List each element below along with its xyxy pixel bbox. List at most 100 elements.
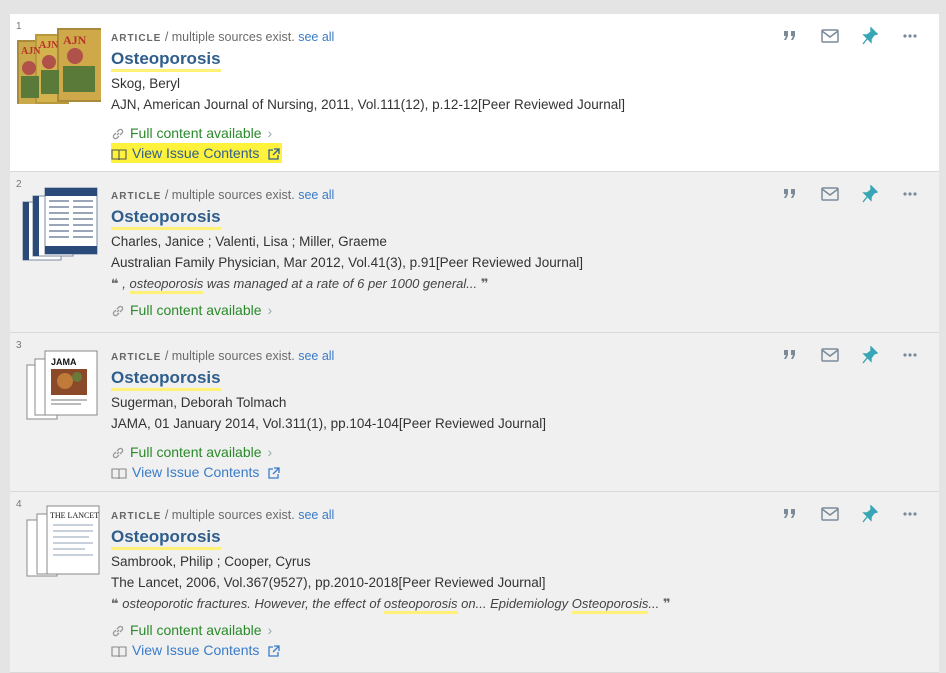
quote-icon [784,31,795,40]
result-title-link[interactable]: Osteoporosis [111,49,221,72]
result-authors: Sambrook, Philip ; Cooper, Cyrus [111,554,311,569]
record-type-line: ARTICLE / multiple sources exist. see al… [111,30,769,46]
pin-icon [862,27,878,45]
multiple-sources-text: / multiple sources exist. [161,349,299,363]
view-issue-contents-link[interactable]: View Issue Contents [111,143,283,163]
result-title-link[interactable]: Osteoporosis [111,207,221,230]
result-title-link[interactable]: Osteoporosis [111,368,221,391]
journal-cover-thumbnail[interactable]: AJN AJN AJN [15,24,103,104]
external-link-icon [268,467,280,479]
cite-button[interactable] [779,26,801,46]
chevron-right-icon: › [267,622,273,638]
mail-icon [821,507,839,521]
result-actions [779,345,921,365]
see-all-link[interactable]: see all [298,30,334,44]
availability-text: Full content available [130,444,262,460]
see-all-link[interactable]: see all [298,349,334,363]
result-content: ARTICLE / multiple sources exist. see al… [111,349,769,482]
snippet-highlight: osteoporosis [129,276,204,294]
book-icon [111,646,127,657]
email-button[interactable] [819,504,841,524]
see-all-link[interactable]: see all [298,188,334,202]
result-item[interactable]: 1 AJN AJN AJN ARTICLE / multiple sources… [10,14,939,172]
pin-icon [862,346,878,364]
link-icon [112,448,124,459]
multiple-sources-text: / multiple sources exist. [161,188,299,202]
cite-button[interactable] [779,345,801,365]
close-quote-icon: ❞ [662,596,671,611]
availability-link[interactable]: Full content available › [111,442,272,462]
journal-cover-thumbnail[interactable] [15,182,103,262]
cover-title: THE LANCET [50,511,99,520]
result-title-link[interactable]: Osteoporosis [111,527,221,550]
result-source: The Lancet, 2006, Vol.367(9527), pp.2010… [111,575,546,590]
record-type: ARTICLE [111,191,162,202]
cite-button[interactable] [779,184,801,204]
link-icon [112,626,124,637]
more-actions-button[interactable] [899,26,921,46]
journal-cover-thumbnail[interactable]: THE LANCET [15,502,103,582]
email-button[interactable] [819,184,841,204]
see-all-link[interactable]: see all [298,508,334,522]
result-content: ARTICLE / multiple sources exist. see al… [111,508,769,660]
cover-title: JAMA [51,357,77,367]
pin-button[interactable] [859,504,881,524]
open-quote-icon: ❝ [111,596,119,611]
view-issue-text: View Issue Contents [132,642,260,658]
pin-icon [862,505,878,523]
open-quote-icon: ❝ [111,276,119,291]
email-button[interactable] [819,26,841,46]
view-issue-contents-link[interactable]: View Issue Contents [111,462,280,482]
snippet-highlight: osteoporosis [383,596,458,614]
chevron-right-icon: › [267,444,273,460]
view-issue-text: View Issue Contents [132,464,260,480]
record-type-line: ARTICLE / multiple sources exist. see al… [111,508,769,524]
quote-icon [784,509,795,518]
more-icon [903,353,917,357]
email-button[interactable] [819,345,841,365]
svg-text:AJN: AJN [63,33,87,47]
close-quote-icon: ❞ [480,276,489,291]
result-item[interactable]: 3 JAMA ARTICLE / multiple sources exist.… [10,333,939,492]
result-source: AJN, American Journal of Nursing, 2011, … [111,97,626,112]
view-issue-text: View Issue Contents [132,145,260,161]
book-icon [111,149,127,160]
record-type-line: ARTICLE / multiple sources exist. see al… [111,188,769,204]
result-snippet: ❝ , osteoporosis was managed at a rate o… [111,273,769,294]
more-actions-button[interactable] [899,504,921,524]
result-item[interactable]: 2 ARTICLE / multiple sources exist. see … [10,172,939,333]
mail-icon [821,187,839,201]
multiple-sources-text: / multiple sources exist. [161,30,299,44]
result-source: Australian Family Physician, Mar 2012, V… [111,255,583,270]
availability-link[interactable]: Full content available › [111,300,272,320]
pin-button[interactable] [859,345,881,365]
result-item[interactable]: 4 THE LANCET ARTICLE / multiple sources … [10,492,939,673]
record-type-line: ARTICLE / multiple sources exist. see al… [111,349,769,365]
more-actions-button[interactable] [899,184,921,204]
journal-cover-thumbnail[interactable]: JAMA [15,343,103,423]
more-actions-button[interactable] [899,345,921,365]
view-issue-contents-link[interactable]: View Issue Contents [111,640,280,660]
pin-button[interactable] [859,26,881,46]
result-content: ARTICLE / multiple sources exist. see al… [111,188,769,320]
mail-icon [821,29,839,43]
availability-text: Full content available [130,622,262,638]
availability-text: Full content available [130,302,262,318]
mail-icon [821,348,839,362]
record-type: ARTICLE [111,352,162,363]
more-icon [903,512,917,516]
result-authors: Skog, Beryl [111,76,181,91]
availability-link[interactable]: Full content available › [111,620,272,640]
snippet-highlight: Osteoporosis [571,596,649,614]
result-authors: Sugerman, Deborah Tolmach [111,395,287,410]
result-authors: Charles, Janice ; Valenti, Lisa ; Miller… [111,234,387,249]
pin-icon [862,185,878,203]
cite-button[interactable] [779,504,801,524]
external-link-icon [268,645,280,657]
availability-link[interactable]: Full content available › [111,123,272,143]
link-icon [112,129,124,140]
pin-button[interactable] [859,184,881,204]
svg-text:AJN: AJN [39,40,59,51]
record-type: ARTICLE [111,33,162,44]
link-icon [112,306,124,317]
